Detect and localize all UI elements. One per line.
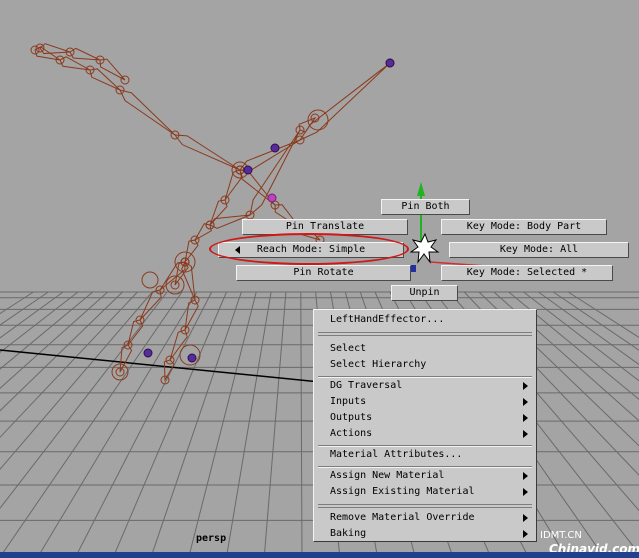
submenu-arrow-icon xyxy=(523,414,528,422)
menu-item-baking[interactable]: Baking xyxy=(330,526,366,541)
grid-line xyxy=(567,291,639,339)
key-mode-all-button[interactable]: Key Mode: All xyxy=(449,242,629,258)
menu-item-select-hierarchy[interactable]: Select Hierarchy xyxy=(330,357,426,372)
menu-separator xyxy=(318,332,532,336)
bottom-bar xyxy=(0,552,639,558)
highlight-oval xyxy=(209,233,409,265)
grid-line xyxy=(0,291,168,510)
menu-item-dg-traversal[interactable]: DG Traversal xyxy=(330,378,530,393)
menu-item-outputs[interactable]: Outputs xyxy=(330,410,372,425)
menu-item-assign-new-material[interactable]: Assign New Material xyxy=(330,468,444,483)
submenu-arrow-icon xyxy=(523,430,528,438)
menu-item-material-attributes[interactable]: Material Attributes... xyxy=(330,447,462,462)
bone xyxy=(298,116,317,133)
grid-line xyxy=(0,291,183,558)
pin-both-button[interactable]: Pin Both xyxy=(381,199,470,215)
effector-marker xyxy=(243,165,253,175)
grid-line xyxy=(0,291,109,389)
grid-line xyxy=(187,291,257,558)
effector-marker xyxy=(270,143,280,153)
effector-marker xyxy=(267,193,277,203)
bone xyxy=(238,139,301,171)
grid-line xyxy=(0,291,94,370)
submenu-arrow-icon xyxy=(523,398,528,406)
submenu-arrow-icon xyxy=(523,530,528,538)
bone xyxy=(193,223,212,242)
bone xyxy=(119,89,176,136)
effector-marker xyxy=(143,348,153,358)
grid-line xyxy=(0,291,34,315)
watermark-text: IDMT.CN xyxy=(540,530,582,541)
grid-line xyxy=(523,291,639,382)
perspective-viewport[interactable]: Pin Both Pin Translate Reach Mode: Simpl… xyxy=(0,0,639,558)
unpin-button[interactable]: Unpin xyxy=(391,285,458,301)
menu-item-remove-material-override[interactable]: Remove Material Override xyxy=(330,510,475,525)
grid-line xyxy=(263,291,287,558)
joint-large xyxy=(141,271,159,289)
grid-line xyxy=(300,291,303,558)
menu-item-actions[interactable]: Actions xyxy=(330,426,372,441)
grid-line xyxy=(0,291,49,326)
menu-item-select[interactable]: Select xyxy=(330,341,366,356)
grid-line xyxy=(553,291,639,351)
grid-line xyxy=(538,291,639,366)
key-mode-body-part-button[interactable]: Key Mode: Body Part xyxy=(441,219,607,235)
grid-line xyxy=(36,291,198,558)
menu-item-inputs[interactable]: Inputs xyxy=(330,394,366,409)
submenu-arrow-icon xyxy=(523,488,528,496)
grid-line xyxy=(0,291,64,339)
bone xyxy=(39,43,71,55)
submenu-arrow-icon xyxy=(523,472,528,480)
bone xyxy=(69,47,101,61)
grid-line xyxy=(150,291,242,558)
manipulator-y-arrow xyxy=(417,182,425,196)
mouse-cursor-icon xyxy=(410,232,440,264)
menu-item-lefthandeffector[interactable]: LeftHandEffector... xyxy=(330,312,444,327)
submenu-arrow-icon xyxy=(523,382,528,390)
grid-line xyxy=(225,291,272,558)
bone xyxy=(173,134,241,171)
menu-separator xyxy=(318,504,532,508)
grid-line xyxy=(74,291,213,558)
effector-marker xyxy=(187,353,197,363)
camera-label: persp xyxy=(196,533,227,544)
submenu-arrow-icon xyxy=(523,514,528,522)
context-menu: LeftHandEffector... Select Select Hierar… xyxy=(313,309,537,542)
bone xyxy=(89,68,121,91)
effector-marker xyxy=(385,58,395,68)
key-mode-selected-button[interactable]: Key Mode: Selected * xyxy=(441,265,613,281)
pin-rotate-button[interactable]: Pin Rotate xyxy=(236,265,411,281)
grid-line xyxy=(112,291,227,558)
menu-item-assign-existing-material[interactable]: Assign Existing Material xyxy=(330,484,475,499)
